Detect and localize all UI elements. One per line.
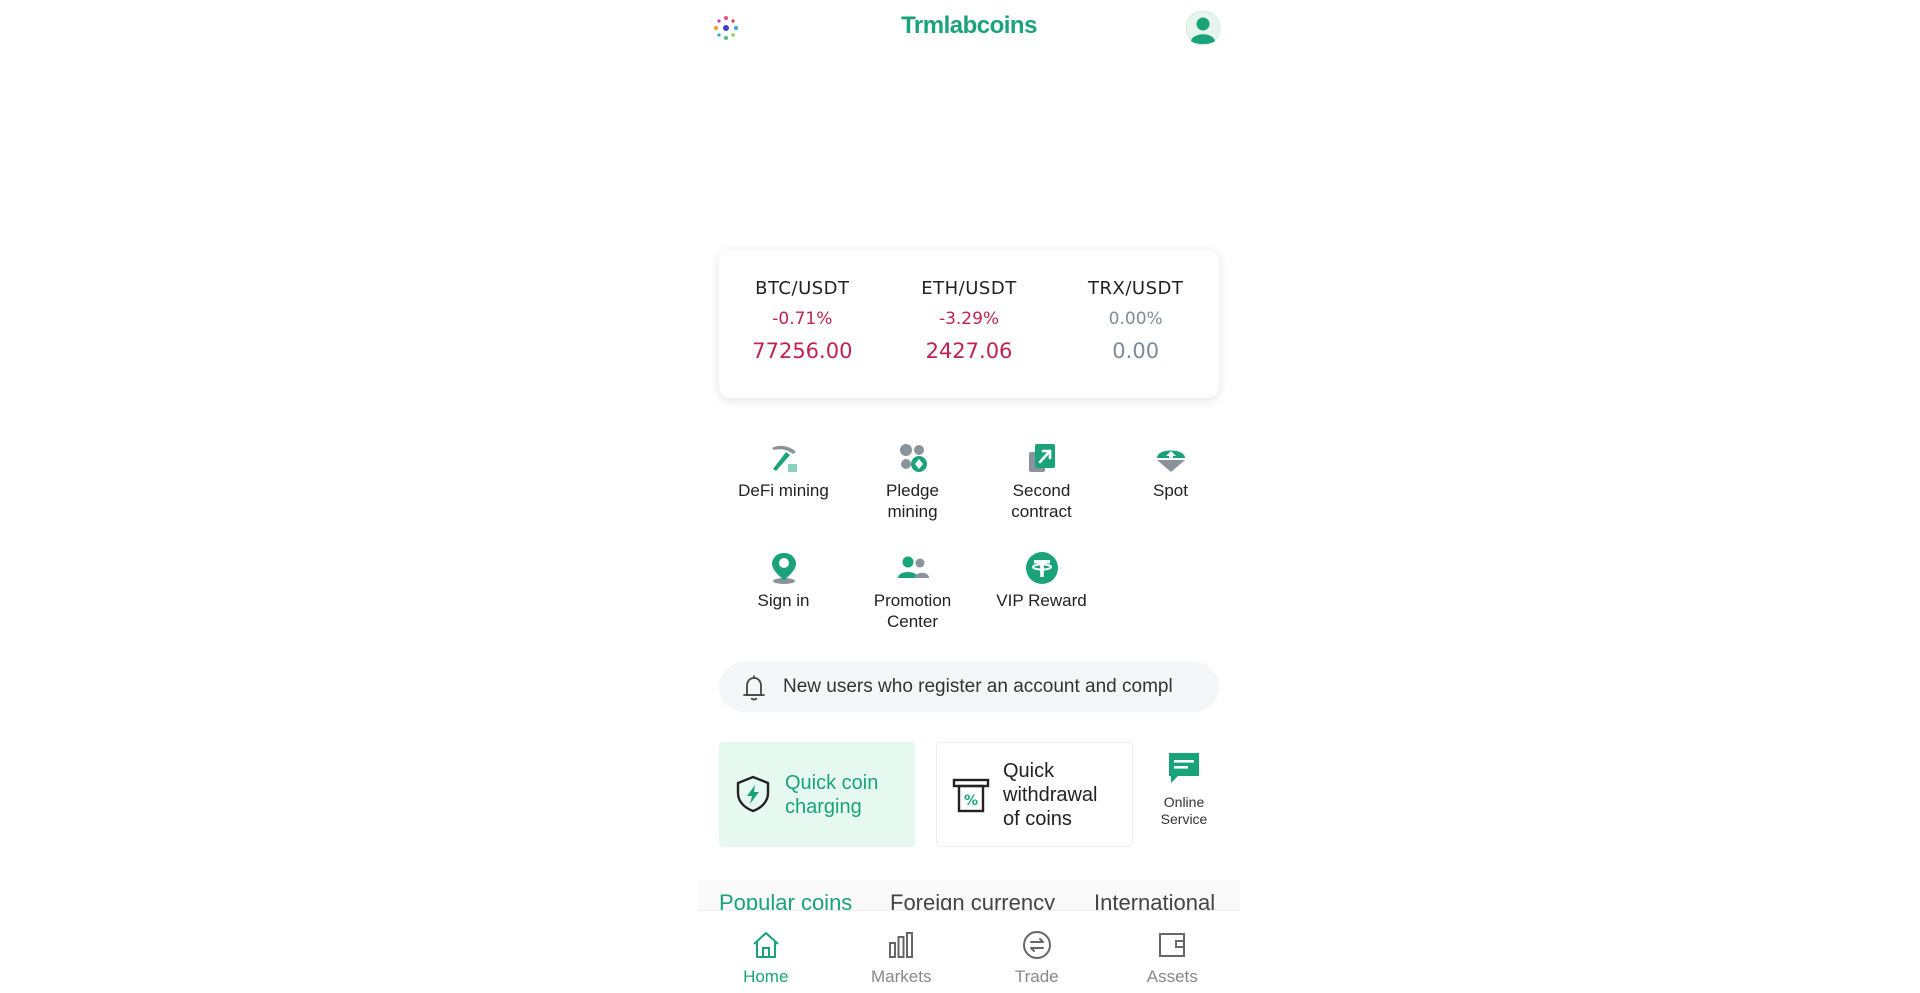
ticker-item-trx[interactable]: TRX/USDT 0.00% 0.00 (1052, 250, 1219, 398)
coins-icon (899, 444, 927, 472)
ticker-price: 0.00 (1112, 339, 1160, 363)
nav-label: Home (743, 967, 789, 986)
nav-assets[interactable]: Assets (1105, 911, 1241, 993)
tab-popular-coins[interactable]: Popular coins (719, 890, 852, 910)
nav-markets[interactable]: Markets (834, 911, 970, 993)
bar-chart-icon (889, 932, 914, 958)
svg-text:%: % (964, 793, 978, 809)
nav-label: Markets (871, 967, 932, 986)
notice-text: New users who register an account and co… (783, 676, 1173, 697)
ticker-change: -0.71% (772, 309, 833, 329)
contract-arrow-icon (1028, 444, 1055, 472)
menu-item-label: VIP Reward (996, 591, 1087, 610)
online-service-button[interactable]: Online Service (1144, 750, 1224, 828)
nav-label: Trade (1014, 967, 1059, 986)
bottom-tabbar: Home Markets Trade Assets (698, 910, 1240, 993)
quick-withdraw-label: Quick withdrawal of coins (1003, 760, 1098, 830)
exchange-icon (1022, 931, 1051, 959)
quick-charge-label: Quick coin charging (785, 772, 879, 818)
ticker-price: 2427.06 (925, 339, 1013, 363)
wallet-icon (1159, 933, 1186, 957)
menu-item-label: Sign in (757, 591, 810, 610)
menu-item-pledge-mining[interactable]: Pledge mining (848, 440, 977, 550)
menu-item-spot[interactable]: Spot (1106, 440, 1235, 550)
menu-item-label: Pledge mining (886, 481, 939, 521)
app-title: Trmlabcoins (901, 12, 1037, 39)
spot-upload-icon (1156, 450, 1185, 472)
ticker-price: 77256.00 (752, 339, 853, 363)
menu-item-label: Spot (1153, 481, 1188, 500)
chat-message-icon (1169, 753, 1199, 783)
menu-item-sign-in[interactable]: Sign in (719, 550, 848, 660)
atm-percent-icon: % (952, 778, 990, 813)
ticker-change: 0.00% (1108, 309, 1163, 329)
location-pin-icon (771, 553, 796, 584)
quick-menu-grid: DeFi mining Pledge mining Second contrac… (719, 440, 1235, 660)
home-icon (753, 932, 779, 958)
nav-label: Assets (1146, 967, 1198, 986)
price-ticker-card: BTC/USDT -0.71% 77256.00 ETH/USDT -3.29%… (719, 250, 1219, 398)
ticker-pair: BTC/USDT (755, 278, 850, 299)
nav-trade[interactable]: Trade (969, 911, 1105, 993)
ticker-pair: ETH/USDT (921, 278, 1017, 299)
top-header: Trmlabcoins (698, 0, 1240, 54)
coin-category-tabs: Popular coins Foreign currency Internati… (698, 880, 1240, 910)
menu-item-label: DeFi mining (738, 481, 829, 500)
ticker-pair: TRX/USDT (1088, 278, 1184, 299)
tab-foreign-currency[interactable]: Foreign currency (890, 890, 1055, 910)
menu-item-label: Promotion Center (873, 591, 952, 631)
menu-item-second-contract[interactable]: Second contract (977, 440, 1106, 550)
quick-withdraw-button[interactable]: % Quick withdrawal of coins (936, 742, 1133, 847)
tether-icon (1025, 552, 1058, 584)
user-avatar-icon[interactable] (1185, 10, 1221, 46)
menu-item-promotion-center[interactable]: Promotion Center (848, 550, 977, 660)
pickaxe-icon (771, 445, 797, 472)
ticker-item-eth[interactable]: ETH/USDT -3.29% 2427.06 (886, 250, 1053, 398)
shield-lightning-icon (736, 775, 770, 813)
menu-item-defi-mining[interactable]: DeFi mining (719, 440, 848, 550)
ticker-change: -3.29% (938, 309, 1000, 329)
action-cards: Quick coin charging % Quick withdrawal o… (719, 742, 1240, 847)
ticker-item-btc[interactable]: BTC/USDT -0.71% 77256.00 (719, 250, 886, 398)
users-icon (897, 556, 929, 578)
online-service-label: Online Service (1160, 794, 1208, 827)
nav-home[interactable]: Home (698, 911, 834, 993)
menu-item-vip-reward[interactable]: VIP Reward (977, 550, 1106, 660)
tab-international[interactable]: International (1094, 890, 1215, 910)
bell-icon (743, 675, 765, 701)
quick-charge-button[interactable]: Quick coin charging (719, 742, 915, 847)
menu-item-label: Second contract (1011, 481, 1072, 521)
notice-bar[interactable]: New users who register an account and co… (719, 662, 1219, 712)
app-container: Trmlabcoins BTC/USDT -0.71% 77256.00 ETH… (698, 0, 1240, 993)
